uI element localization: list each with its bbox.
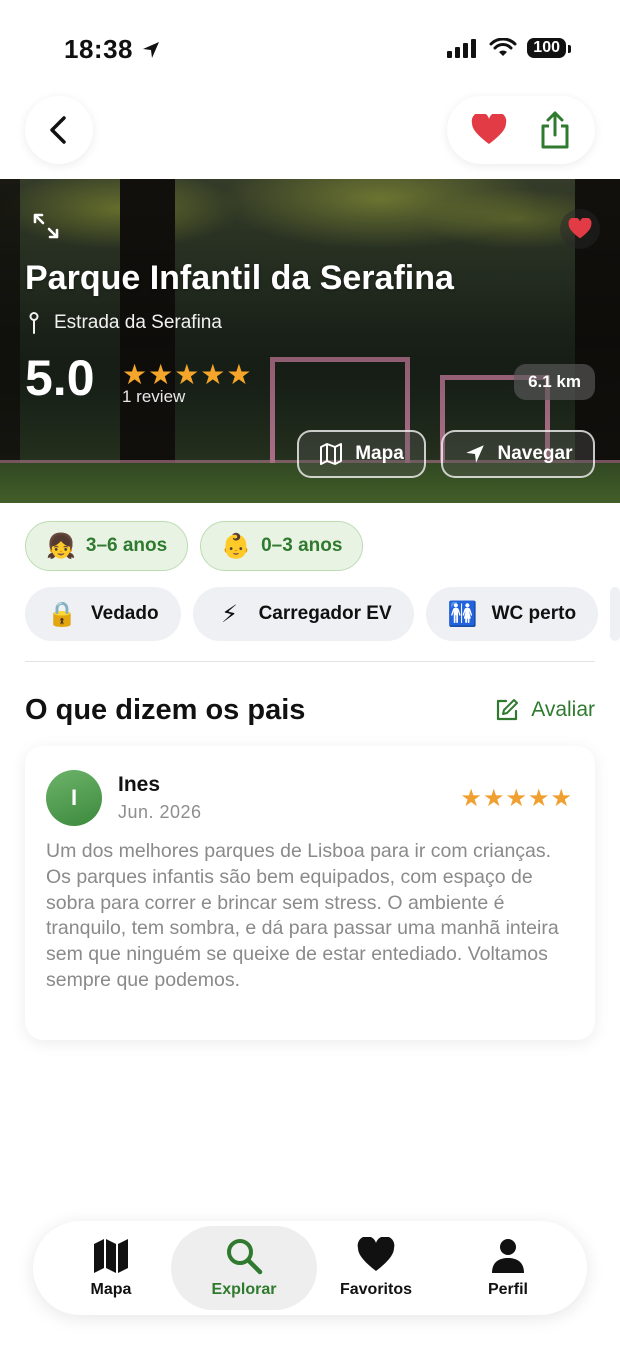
share-icon[interactable] — [538, 110, 572, 150]
tab-explore-label: Explorar — [211, 1281, 277, 1298]
feature-chip-label: Vedado — [91, 603, 159, 624]
tab-favorites-label: Favoritos — [339, 1281, 412, 1298]
map-button-label: Mapa — [355, 443, 404, 464]
top-actions — [447, 96, 595, 164]
back-button[interactable] — [25, 96, 93, 164]
heart-icon — [357, 1237, 395, 1271]
location-arrow-icon — [143, 41, 159, 58]
navigate-button[interactable]: Navegar — [441, 430, 595, 478]
status-time: 18:38 — [64, 34, 161, 65]
park-title: Parque Infantil da Serafina — [25, 259, 454, 297]
map-icon — [94, 1239, 128, 1273]
feature-chip-wc[interactable]: 🚻 WC perto — [425, 587, 599, 641]
rate-button-label: Avaliar — [531, 698, 595, 721]
chevron-left-icon — [50, 116, 66, 144]
feature-chip-ev-charger[interactable]: ⚡ Carregador EV — [192, 587, 414, 641]
status-bar: 18:38 100 — [0, 0, 620, 96]
park-address: Estrada da Serafina — [28, 312, 222, 334]
expand-icon[interactable] — [32, 212, 60, 240]
tab-favorites[interactable]: Favoritos — [311, 1226, 441, 1310]
park-review-count: 1 review — [122, 387, 186, 406]
status-indicators: 100 — [447, 38, 571, 58]
age-chip-0-3[interactable]: 👶 0–3 anos — [200, 521, 364, 571]
cellular-signal-icon — [447, 39, 477, 58]
lightning-icon: ⚡ — [221, 600, 238, 628]
park-address-text: Estrada da Serafina — [54, 312, 222, 333]
avatar: I — [46, 770, 102, 826]
favorite-heart-icon[interactable] — [471, 114, 507, 146]
age-chip-label: 3–6 anos — [85, 535, 168, 556]
tab-map[interactable]: Mapa — [45, 1226, 177, 1310]
reviewer-name: Ines — [118, 773, 161, 796]
navigate-button-label: Navegar — [497, 443, 573, 464]
restroom-icon: 🚻 — [447, 600, 478, 628]
rate-button[interactable]: Avaliar — [495, 698, 595, 722]
distance-badge: 6.1 km — [514, 364, 595, 400]
tab-map-label: Mapa — [90, 1281, 132, 1298]
status-time-text: 18:38 — [64, 34, 133, 64]
navigation-arrow-icon — [465, 445, 484, 463]
review-text: Um dos melhores parques de Lisboa para i… — [46, 840, 559, 991]
lock-icon: 🔒 — [47, 600, 77, 628]
edit-icon — [497, 699, 519, 721]
feature-chip-row: 🔒 Vedado ⚡ Carregador EV 🚻 WC perto — [25, 587, 620, 641]
pin-icon — [29, 312, 39, 334]
tab-explore[interactable]: Explorar — [171, 1226, 317, 1310]
map-icon — [320, 443, 343, 465]
bottom-tab-bar: Mapa Explorar Favoritos Perfil — [33, 1221, 587, 1315]
age-chip-3-6[interactable]: 👧 3–6 anos — [25, 521, 189, 571]
battery-indicator: 100 — [527, 38, 571, 58]
age-chip-label: 0–3 anos — [261, 535, 343, 556]
park-rating: 5.0 — [25, 350, 95, 406]
heart-icon — [568, 218, 592, 239]
hero-section: Parque Infantil da Serafina Estrada da S… — [0, 179, 620, 503]
tab-profile[interactable]: Perfil — [443, 1226, 573, 1310]
map-button[interactable]: Mapa — [297, 430, 426, 478]
feature-chip-label: Carregador EV — [258, 603, 392, 624]
feature-chip-fenced[interactable]: 🔒 Vedado — [25, 587, 181, 641]
search-icon — [227, 1239, 263, 1275]
reviews-section-title: O que dizem os pais — [25, 694, 306, 726]
baby-icon: 👶 — [221, 532, 252, 560]
hero-favorite-button[interactable] — [560, 209, 600, 249]
child-icon: 👧 — [46, 532, 76, 560]
feature-chip-overflow[interactable] — [610, 587, 620, 641]
wifi-icon — [489, 38, 517, 56]
tab-profile-label: Perfil — [487, 1281, 528, 1298]
review-card: I Ines Jun. 2026 ★★★★★ Um dos melhores p… — [25, 746, 595, 1040]
age-chip-row: 👧 3–6 anos 👶 0–3 anos — [25, 521, 364, 571]
review-date: Jun. 2026 — [118, 802, 202, 822]
person-icon — [492, 1239, 524, 1273]
review-stars: ★★★★★ — [460, 785, 573, 812]
feature-chip-label: WC perto — [491, 603, 577, 624]
section-divider — [25, 661, 595, 662]
